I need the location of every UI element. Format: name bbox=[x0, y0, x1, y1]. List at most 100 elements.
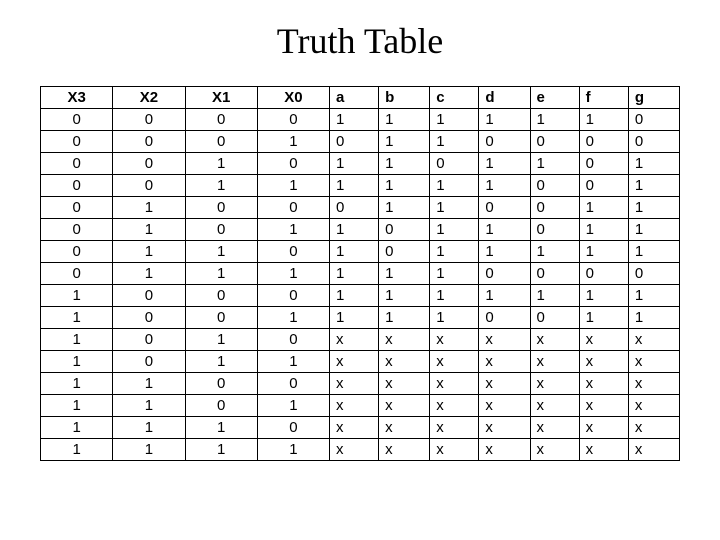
table-row: 00001111110 bbox=[41, 109, 680, 131]
table-cell: 0 bbox=[379, 241, 430, 263]
table-cell: 1 bbox=[430, 197, 479, 219]
table-cell: x bbox=[579, 351, 628, 373]
table-cell: 0 bbox=[479, 307, 530, 329]
table-cell: x bbox=[430, 395, 479, 417]
table-cell: 1 bbox=[113, 373, 185, 395]
table-cell: 1 bbox=[379, 109, 430, 131]
table-cell: 0 bbox=[113, 153, 185, 175]
table-cell: 1 bbox=[185, 329, 257, 351]
page-title: Truth Table bbox=[40, 20, 680, 62]
table-row: 01000110011 bbox=[41, 197, 680, 219]
table-cell: 0 bbox=[579, 131, 628, 153]
table-cell: 0 bbox=[113, 307, 185, 329]
table-cell: x bbox=[379, 329, 430, 351]
table-row: 01101011111 bbox=[41, 241, 680, 263]
table-cell: 1 bbox=[479, 153, 530, 175]
table-cell: 1 bbox=[579, 241, 628, 263]
table-cell: x bbox=[430, 417, 479, 439]
table-row: 00111111001 bbox=[41, 175, 680, 197]
table-cell: 0 bbox=[113, 109, 185, 131]
col-header: X2 bbox=[113, 87, 185, 109]
table-row: 01011011011 bbox=[41, 219, 680, 241]
table-cell: 1 bbox=[379, 285, 430, 307]
table-cell: 0 bbox=[530, 263, 579, 285]
table-cell: 0 bbox=[330, 131, 379, 153]
table-cell: 1 bbox=[379, 175, 430, 197]
table-cell: 0 bbox=[530, 219, 579, 241]
table-cell: 0 bbox=[579, 175, 628, 197]
table-cell: x bbox=[579, 329, 628, 351]
table-cell: 0 bbox=[257, 417, 329, 439]
table-cell: 0 bbox=[530, 307, 579, 329]
table-cell: 1 bbox=[41, 307, 113, 329]
table-cell: x bbox=[628, 373, 679, 395]
table-cell: 1 bbox=[479, 219, 530, 241]
table-cell: x bbox=[479, 395, 530, 417]
table-cell: 1 bbox=[330, 219, 379, 241]
table-cell: 1 bbox=[430, 109, 479, 131]
table-cell: 1 bbox=[185, 153, 257, 175]
table-cell: 0 bbox=[530, 197, 579, 219]
table-cell: x bbox=[628, 439, 679, 461]
table-cell: 1 bbox=[330, 285, 379, 307]
table-cell: 1 bbox=[430, 241, 479, 263]
table-cell: 1 bbox=[257, 351, 329, 373]
table-cell: 1 bbox=[257, 439, 329, 461]
table-cell: 0 bbox=[185, 131, 257, 153]
table-cell: 1 bbox=[479, 109, 530, 131]
col-header: g bbox=[628, 87, 679, 109]
table-cell: 0 bbox=[257, 153, 329, 175]
table-cell: 0 bbox=[41, 197, 113, 219]
table-row: 1100xxxxxxx bbox=[41, 373, 680, 395]
table-cell: 0 bbox=[113, 285, 185, 307]
table-cell: 0 bbox=[257, 373, 329, 395]
table-row: 00010110000 bbox=[41, 131, 680, 153]
table-cell: 0 bbox=[628, 263, 679, 285]
table-cell: 1 bbox=[379, 263, 430, 285]
table-cell: 1 bbox=[430, 263, 479, 285]
table-cell: 1 bbox=[257, 395, 329, 417]
table-cell: 1 bbox=[628, 153, 679, 175]
table-body: 0000111111000010110000001011011010011111… bbox=[41, 109, 680, 461]
table-cell: 1 bbox=[579, 109, 628, 131]
table-cell: 0 bbox=[41, 263, 113, 285]
table-cell: x bbox=[479, 329, 530, 351]
table-cell: 1 bbox=[185, 439, 257, 461]
table-cell: 1 bbox=[430, 285, 479, 307]
table-cell: 0 bbox=[41, 175, 113, 197]
table-cell: x bbox=[628, 329, 679, 351]
table-row: 1011xxxxxxx bbox=[41, 351, 680, 373]
table-cell: 0 bbox=[41, 109, 113, 131]
table-row: 10001111111 bbox=[41, 285, 680, 307]
table-cell: 0 bbox=[257, 241, 329, 263]
table-cell: 0 bbox=[113, 175, 185, 197]
table-cell: 1 bbox=[479, 175, 530, 197]
table-cell: x bbox=[530, 373, 579, 395]
table-cell: x bbox=[628, 417, 679, 439]
col-header: c bbox=[430, 87, 479, 109]
table-cell: 1 bbox=[530, 153, 579, 175]
table-cell: x bbox=[379, 373, 430, 395]
table-cell: x bbox=[530, 351, 579, 373]
table-cell: 1 bbox=[330, 307, 379, 329]
table-row: 10011110011 bbox=[41, 307, 680, 329]
table-cell: 1 bbox=[628, 241, 679, 263]
table-cell: 0 bbox=[185, 197, 257, 219]
table-cell: 0 bbox=[257, 197, 329, 219]
table-cell: 0 bbox=[41, 131, 113, 153]
col-header: X3 bbox=[41, 87, 113, 109]
table-cell: x bbox=[379, 439, 430, 461]
table-cell: 1 bbox=[257, 219, 329, 241]
table-cell: 1 bbox=[113, 263, 185, 285]
table-cell: 1 bbox=[530, 109, 579, 131]
table-cell: 1 bbox=[41, 395, 113, 417]
col-header: d bbox=[479, 87, 530, 109]
table-row: 1101xxxxxxx bbox=[41, 395, 680, 417]
table-row: 01111110000 bbox=[41, 263, 680, 285]
table-cell: 1 bbox=[330, 263, 379, 285]
truth-table: X3 X2 X1 X0 a b c d e f g 00001111110000… bbox=[40, 86, 680, 461]
table-cell: x bbox=[479, 351, 530, 373]
table-cell: 1 bbox=[185, 351, 257, 373]
table-cell: 1 bbox=[41, 351, 113, 373]
table-cell: 0 bbox=[113, 329, 185, 351]
